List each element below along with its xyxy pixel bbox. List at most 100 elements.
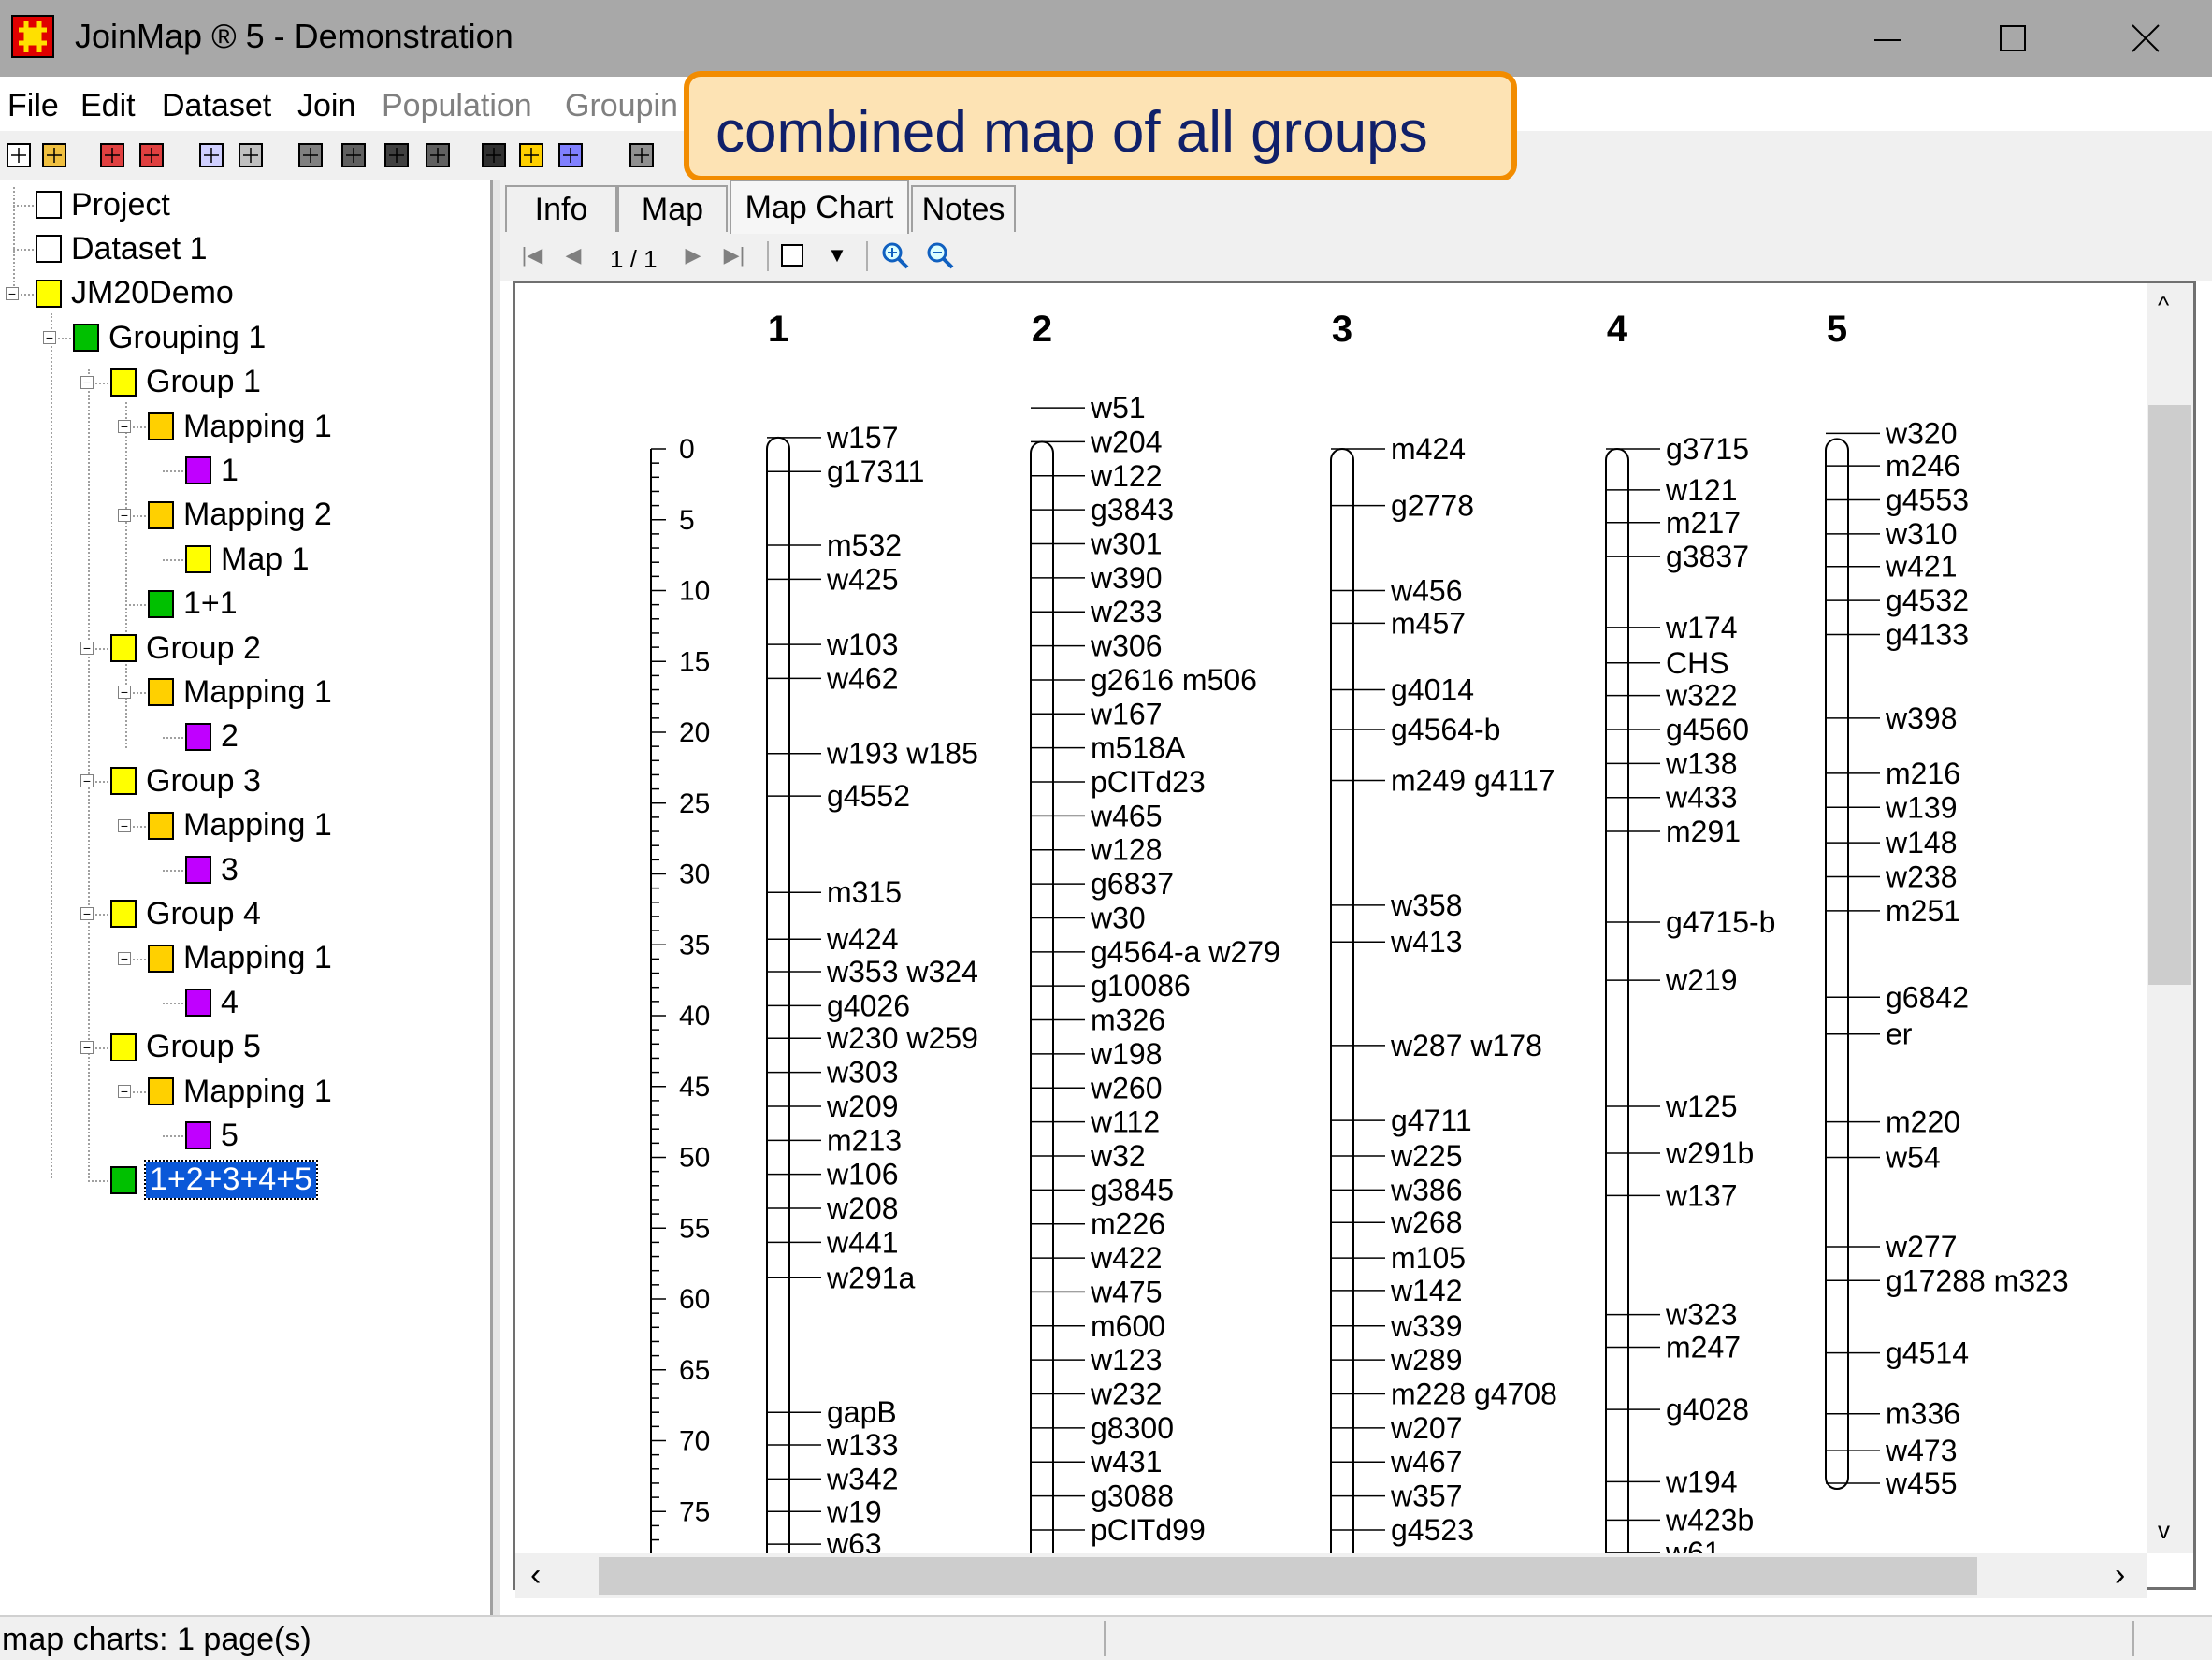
tree-item[interactable]: 1+1 <box>148 584 238 625</box>
tree-item[interactable]: Group 2 <box>110 628 261 669</box>
tree-item[interactable]: Mapping 2 <box>148 495 332 536</box>
tree-item[interactable]: 1 <box>185 450 239 491</box>
marker-label: g17311 <box>827 455 924 488</box>
collapse-toggle-icon[interactable]: − <box>6 286 19 300</box>
scroll-down-icon[interactable]: v <box>2158 1516 2170 1545</box>
page-frame-icon[interactable] <box>778 241 806 269</box>
panel-splitter[interactable] <box>493 180 500 1615</box>
tree-item[interactable]: Group 1 <box>110 362 261 403</box>
menu-population[interactable]: Population <box>382 88 532 124</box>
last-page-icon[interactable]: ▶| <box>720 241 748 269</box>
menu-dataset[interactable]: Dataset <box>162 88 271 124</box>
page-frame-dropdown-icon[interactable]: ▼ <box>823 241 851 269</box>
collapse-toggle-icon[interactable]: − <box>118 951 131 965</box>
tree-item[interactable]: JM20Demo <box>36 273 234 314</box>
tab-notes[interactable]: Notes <box>911 185 1016 232</box>
hammer-icon[interactable] <box>479 140 509 170</box>
collapse-toggle-icon[interactable]: − <box>118 818 131 832</box>
status-bar <box>0 1615 2212 1660</box>
menu-file[interactable]: File <box>7 88 59 124</box>
tab-map-chart[interactable]: Map Chart <box>730 180 909 234</box>
horizontal-scroll-thumb[interactable] <box>599 1557 1977 1595</box>
maximize-icon[interactable] <box>1981 0 2045 77</box>
tools-icon[interactable] <box>382 140 412 170</box>
collapse-toggle-icon[interactable]: − <box>80 375 94 389</box>
tree-item[interactable]: Group 5 <box>110 1027 261 1068</box>
tree-item[interactable]: Mapping 1 <box>148 1071 332 1112</box>
window-title: JoinMap ® 5 - Demonstration <box>75 17 513 55</box>
tree-connector <box>13 249 34 252</box>
tree-item[interactable]: 4 <box>185 982 239 1023</box>
map-icon[interactable] <box>516 140 546 170</box>
scroll-left-icon[interactable]: ‹ <box>530 1557 541 1594</box>
vertical-scrollbar[interactable]: ^ v <box>2147 283 2193 1553</box>
marker-label: w431 <box>1090 1445 1163 1479</box>
collapse-toggle-icon[interactable]: − <box>118 508 131 522</box>
menu-grouping[interactable]: Groupin <box>565 88 678 124</box>
map-node-icon <box>185 722 211 751</box>
new-file-icon[interactable] <box>4 140 34 170</box>
print-icon[interactable] <box>423 140 453 170</box>
tree-item[interactable]: Project <box>36 184 170 225</box>
collapse-toggle-icon[interactable]: − <box>118 1085 131 1098</box>
collapse-toggle-icon[interactable]: − <box>80 907 94 921</box>
zoom-in-icon[interactable] <box>881 241 909 269</box>
paste-icon[interactable] <box>236 140 266 170</box>
cm-axis-tick-label: 20 <box>679 717 710 748</box>
calculate-icon[interactable] <box>296 140 325 170</box>
marker-label: w51 <box>1090 391 1146 425</box>
tree-item[interactable]: Mapping 1 <box>148 805 332 846</box>
import-icon[interactable] <box>97 140 127 170</box>
tab-map[interactable]: Map <box>617 185 728 232</box>
menu-edit[interactable]: Edit <box>80 88 136 124</box>
previous-page-icon[interactable]: ◀ <box>559 241 587 269</box>
marker-label: w433 <box>1665 781 1738 815</box>
tree-item[interactable]: Mapping 1 <box>148 938 332 979</box>
tab-info[interactable]: Info <box>505 185 617 232</box>
tree-item[interactable]: 5 <box>185 1115 239 1156</box>
horizontal-scrollbar[interactable]: ‹ › <box>515 1553 2147 1598</box>
vertical-scroll-thumb[interactable] <box>2148 405 2191 985</box>
zoom-out-icon[interactable] <box>926 241 954 269</box>
tree-connector <box>163 470 183 473</box>
collapse-toggle-icon[interactable]: − <box>118 420 131 433</box>
collapse-toggle-icon[interactable]: − <box>80 774 94 788</box>
collapse-toggle-icon[interactable]: − <box>80 1040 94 1054</box>
marker-label: m315 <box>827 875 902 909</box>
marker-label: w142 <box>1390 1274 1463 1307</box>
grid-icon[interactable] <box>339 140 369 170</box>
tree-item[interactable]: Dataset 1 <box>36 228 208 269</box>
open-folder-icon[interactable] <box>39 140 69 170</box>
tree-item[interactable]: Mapping 1 <box>148 671 332 713</box>
copy-icon[interactable] <box>196 140 226 170</box>
marker-label: w306 <box>1090 629 1163 663</box>
tree-item[interactable]: Mapping 1 <box>148 406 332 447</box>
collapse-toggle-icon[interactable]: − <box>43 331 56 345</box>
group-icon <box>110 1032 137 1061</box>
collapse-toggle-icon[interactable]: − <box>80 642 94 655</box>
first-page-icon[interactable]: |◀ <box>518 241 546 269</box>
tree-item[interactable]: Map 1 <box>185 539 310 580</box>
next-page-icon[interactable]: ▶ <box>679 241 707 269</box>
marker-label: m228 g4708 <box>1391 1378 1557 1411</box>
collapse-toggle-icon[interactable]: − <box>118 686 131 700</box>
tree-item[interactable]: Group 4 <box>110 893 261 934</box>
menu-join[interactable]: Join <box>297 88 355 124</box>
join-icon[interactable] <box>556 140 586 170</box>
export-icon[interactable] <box>137 140 166 170</box>
chromosome-bar <box>1030 440 1054 1553</box>
cm-axis-tick-label: 35 <box>679 930 710 960</box>
tree-item[interactable]: 3 <box>185 849 239 890</box>
marker-label: g6842 <box>1886 980 1969 1014</box>
marker-label: w122 <box>1090 459 1163 493</box>
tree-item[interactable]: 2 <box>185 716 239 758</box>
minimize-icon[interactable] <box>1856 0 1919 77</box>
scroll-up-icon[interactable]: ^ <box>2158 291 2169 320</box>
marker-icon[interactable] <box>627 140 657 170</box>
tree-item[interactable]: Group 3 <box>110 760 261 801</box>
mapping-icon <box>148 1077 174 1105</box>
close-icon[interactable] <box>2114 0 2177 77</box>
tree-item[interactable]: Grouping 1 <box>73 317 266 358</box>
scroll-right-icon[interactable]: › <box>2115 1557 2125 1594</box>
tree-item[interactable]: 1+2+3+4+5 <box>110 1160 318 1201</box>
